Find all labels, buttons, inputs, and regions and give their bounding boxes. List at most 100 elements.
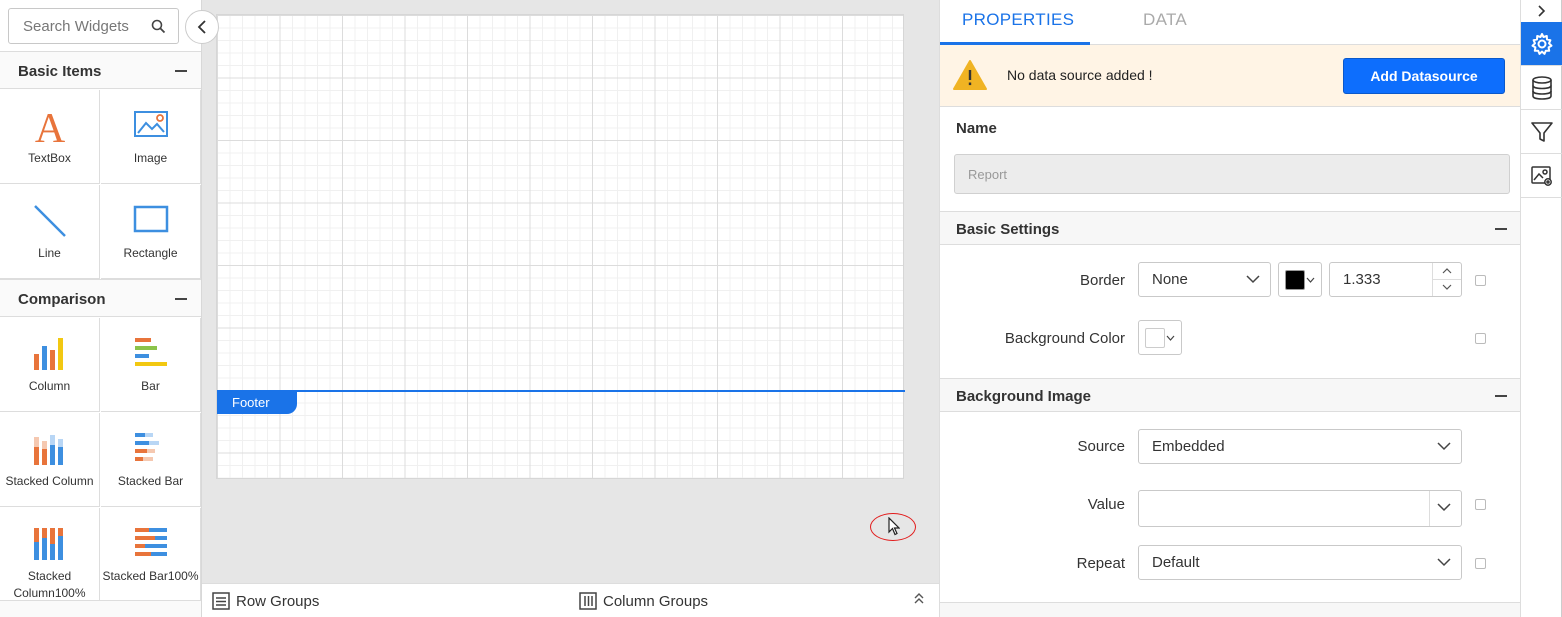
warning-icon xyxy=(953,60,987,90)
category-comparison[interactable]: Comparison xyxy=(0,279,201,317)
widget-stacked-bar100[interactable]: Stacked Bar100% xyxy=(101,508,201,602)
bar-chart-icon xyxy=(134,338,167,366)
widget-stacked-bar[interactable]: Stacked Bar xyxy=(101,413,201,507)
search-icon[interactable] xyxy=(151,19,166,34)
widget-image[interactable]: Image xyxy=(101,90,201,184)
border-label: Border xyxy=(1079,272,1125,289)
textbox-icon: A xyxy=(34,108,65,146)
collapse-minus-icon[interactable] xyxy=(175,298,187,300)
warning-message: No data source added ! xyxy=(1007,67,1153,83)
widget-stacked-column100[interactable]: Stacked Column100% xyxy=(0,508,100,602)
no-datasource-warning: No data source added ! Add Datasource xyxy=(940,45,1520,107)
widget-rectangle[interactable]: Rectangle xyxy=(101,185,201,279)
section-next-partial[interactable] xyxy=(940,602,1520,617)
widget-label: Stacked Column xyxy=(5,474,94,488)
properties-toolbar-button[interactable] xyxy=(1521,22,1562,66)
widget-label: Image xyxy=(133,151,168,165)
chevron-up-icon[interactable] xyxy=(1442,268,1452,274)
border-color-picker[interactable] xyxy=(1278,262,1322,297)
chevron-down-icon xyxy=(1166,335,1175,341)
double-chevron-up-icon[interactable] xyxy=(913,591,925,605)
widget-column[interactable]: Column xyxy=(0,318,100,412)
column-groups-button[interactable]: Column Groups xyxy=(579,592,708,610)
mouse-pointer-icon xyxy=(888,517,900,536)
rectangle-icon xyxy=(133,205,168,233)
image-settings-icon xyxy=(1530,165,1552,186)
row-groups-button[interactable]: Row Groups xyxy=(212,592,319,610)
background-color-picker[interactable] xyxy=(1138,320,1182,355)
tab-properties[interactable]: PROPERTIES xyxy=(962,10,1074,30)
border-checkbox[interactable] xyxy=(1475,275,1486,286)
category-next-partial[interactable] xyxy=(0,600,201,617)
row-groups-label: Row Groups xyxy=(236,592,320,610)
cursor-highlight xyxy=(870,513,916,541)
data-toolbar-button[interactable] xyxy=(1521,66,1562,110)
footer-tag[interactable]: Footer xyxy=(217,392,297,414)
chevron-down-icon xyxy=(1246,275,1260,284)
database-icon xyxy=(1531,75,1552,100)
filter-icon xyxy=(1530,121,1553,142)
value-dropdown[interactable] xyxy=(1138,490,1462,527)
stacked-column-icon xyxy=(33,435,63,465)
background-color-swatch xyxy=(1145,328,1165,348)
widget-label: Stacked Column100% xyxy=(13,569,86,600)
filter-toolbar-button[interactable] xyxy=(1521,110,1562,154)
widget-label: Rectangle xyxy=(123,246,178,260)
category-basic-items[interactable]: Basic Items xyxy=(0,51,201,89)
border-color-swatch xyxy=(1285,270,1305,290)
chevron-down-icon[interactable] xyxy=(1442,284,1452,290)
source-value: Embedded xyxy=(1152,438,1225,455)
chevron-down-icon xyxy=(1437,503,1451,512)
stacked-bar100-icon xyxy=(134,528,167,556)
repeat-value: Default xyxy=(1152,554,1200,571)
properties-panel: PROPERTIES DATA No data source added ! A… xyxy=(939,0,1520,617)
name-label: Name xyxy=(956,120,997,137)
search-input[interactable]: Search Widgets xyxy=(8,8,179,44)
widget-label: Bar xyxy=(141,379,160,393)
border-width-value: 1.333 xyxy=(1343,271,1381,288)
value-label: Value xyxy=(1087,496,1125,513)
widget-bar[interactable]: Bar xyxy=(101,318,201,412)
panel-tabs: PROPERTIES DATA xyxy=(940,0,1520,45)
widget-line[interactable]: Line xyxy=(0,185,100,279)
widget-stacked-column[interactable]: Stacked Column xyxy=(0,413,100,507)
category-label: Comparison xyxy=(18,291,106,308)
right-toolbar xyxy=(1520,0,1562,617)
expand-toolbar-button[interactable] xyxy=(1521,0,1562,22)
column-chart-icon xyxy=(33,338,63,370)
repeat-dropdown[interactable]: Default xyxy=(1138,545,1462,580)
groups-bar: Row Groups Column Groups xyxy=(202,583,939,617)
gear-icon xyxy=(1531,32,1552,55)
widget-textbox[interactable]: A TextBox xyxy=(0,90,100,184)
section-background-image[interactable]: Background Image xyxy=(940,378,1520,412)
collapse-minus-icon[interactable] xyxy=(175,70,187,72)
report-page[interactable]: Footer xyxy=(216,14,905,479)
widget-label: Column xyxy=(28,379,71,393)
background-color-checkbox[interactable] xyxy=(1475,333,1486,344)
repeat-checkbox[interactable] xyxy=(1475,558,1486,569)
collapse-panel-button[interactable] xyxy=(185,10,219,44)
source-dropdown[interactable]: Embedded xyxy=(1138,429,1462,464)
section-basic-settings[interactable]: Basic Settings xyxy=(940,211,1520,245)
chevron-down-icon xyxy=(1306,277,1315,283)
collapse-minus-icon[interactable] xyxy=(1495,395,1507,397)
border-style-dropdown[interactable]: None xyxy=(1138,262,1271,297)
category-label: Basic Items xyxy=(18,63,102,80)
section-title: Basic Settings xyxy=(956,221,1060,238)
border-width-stepper[interactable]: 1.333 xyxy=(1329,262,1462,297)
tab-data[interactable]: DATA xyxy=(1143,10,1187,30)
image-settings-toolbar-button[interactable] xyxy=(1521,154,1562,198)
column-groups-label: Column Groups xyxy=(603,592,709,610)
widget-panel: Search Widgets Basic Items A TextBox Ima… xyxy=(0,0,202,617)
source-label: Source xyxy=(1077,438,1125,455)
name-field[interactable]: Report xyxy=(954,154,1510,194)
search-placeholder: Search Widgets xyxy=(23,18,129,35)
collapse-minus-icon[interactable] xyxy=(1495,228,1507,230)
name-value: Report xyxy=(968,167,1008,182)
add-datasource-button[interactable]: Add Datasource xyxy=(1343,58,1505,94)
design-canvas[interactable]: Footer xyxy=(202,0,939,583)
widget-label: Stacked Bar xyxy=(117,474,184,488)
background-color-label: Background Color xyxy=(1004,330,1125,347)
value-checkbox[interactable] xyxy=(1475,499,1486,510)
widget-label: Line xyxy=(38,246,61,260)
